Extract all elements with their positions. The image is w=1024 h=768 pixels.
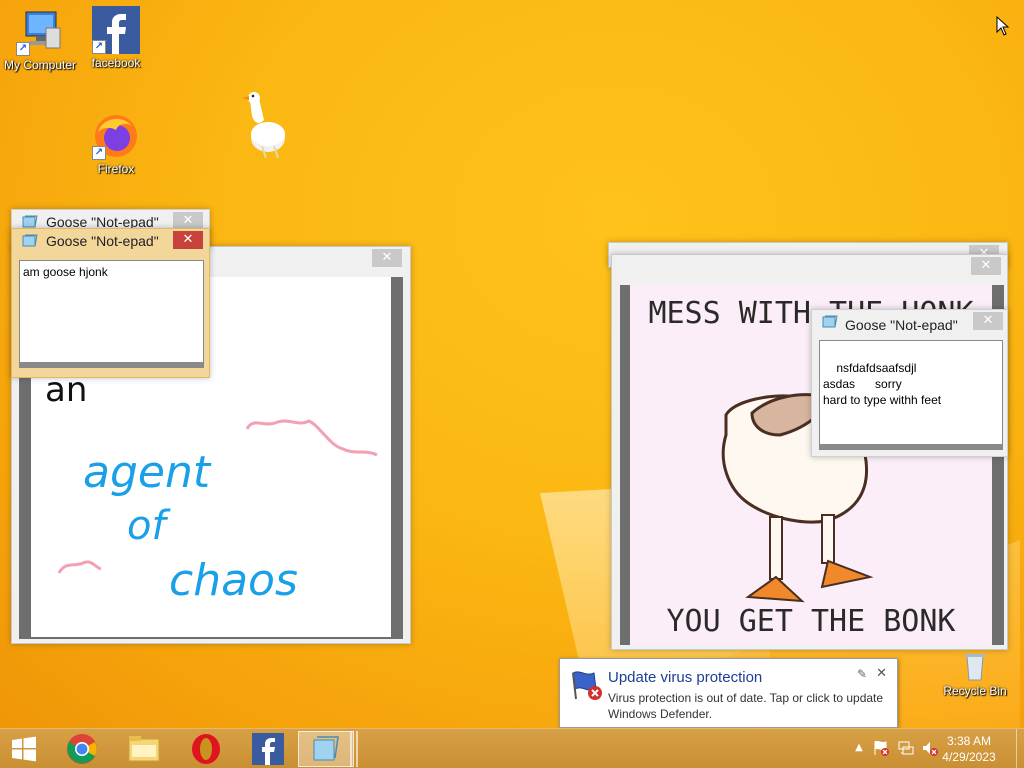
goose-sprite[interactable] [238,86,294,162]
taskbar-clock[interactable]: 3:38 AM 4/29/2023 [934,733,1004,765]
shortcut-arrow-icon: ↗ [92,146,106,160]
windows-logo-icon [12,736,36,762]
notepad-icon [22,234,38,248]
clock-date: 4/29/2023 [942,750,996,764]
desktop-icon-facebook[interactable]: ↗ facebook [77,6,155,70]
pink-scribble [57,560,102,574]
desktop-icon-firefox[interactable]: ↗ Firefox [77,112,155,176]
window-titlebar[interactable]: Goose "Not-epad" ✕ [812,310,1007,336]
close-button[interactable]: ✕ [971,257,1001,275]
desktop-icon-label: facebook [91,56,141,70]
close-icon[interactable]: ✕ [876,666,887,681]
notepad-text: am goose hjonk [23,265,108,279]
opera-icon [192,734,220,764]
pink-scribble [245,419,378,457]
defender-flag-icon [570,669,604,704]
close-button[interactable]: ✕ [372,249,402,267]
taskbar-notepad[interactable] [298,731,354,767]
taskbar-facebook[interactable] [240,731,296,767]
shortcut-arrow-icon: ↗ [16,42,30,56]
notepad-scrollbar[interactable] [20,362,203,367]
start-button[interactable] [0,731,48,767]
recycle-bin-icon [951,652,999,682]
mouse-cursor-icon [996,15,1010,36]
desktop-icon-label: My Computer [3,58,77,72]
drawing-word-agent: agent [83,447,212,498]
notepad-icon [22,215,38,229]
toast-title: Update virus protection [608,669,763,686]
desktop-icon-my-computer[interactable]: ↗ My Computer [1,8,79,72]
notepad-icon [313,736,339,761]
facebook-icon: ↗ [92,6,140,54]
notepad-text: nsfdafdsaafsdjl asdas sorry hard to type… [823,361,942,407]
toast-notification[interactable]: Update virus protection Virus protection… [559,658,898,742]
drawing-word-chaos: chaos [169,555,298,606]
notepad-window-front[interactable]: Goose "Not-epad" ✕ am goose hjonk [11,228,210,378]
notepad-text-area[interactable]: am goose hjonk [19,260,204,368]
taskbar-group-separator [350,731,358,767]
drawing-word-of: of [127,503,171,549]
shortcut-arrow-icon: ↗ [92,40,106,54]
notepad-window-right[interactable]: Goose "Not-epad" ✕ nsfdafdsaafsdjl asdas… [811,309,1008,457]
notepad-icon [822,315,838,329]
computer-icon: ↗ [16,8,64,56]
network-icon[interactable] [897,739,915,757]
close-button[interactable]: ✕ [173,231,203,249]
window-title: Goose "Not-epad" [845,317,958,333]
show-hidden-icons-chevron-icon[interactable]: ▲ [850,739,868,757]
taskbar-opera[interactable] [178,731,234,767]
desktop-icon-recycle-bin[interactable]: Recycle Bin [936,652,1014,698]
window-titlebar[interactable]: Goose "Not-epad" ✕ [12,229,209,255]
firefox-icon: ↗ [92,112,140,160]
notepad-text-area[interactable]: nsfdafdsaafsdjl asdas sorry hard to type… [819,340,1003,450]
desktop-icon-label: Recycle Bin [943,684,1007,698]
chrome-icon [67,734,97,764]
desktop-icon-label: Firefox [97,162,135,176]
window-title: Goose "Not-epad" [46,233,159,249]
notepad-scrollbar[interactable] [820,444,1002,449]
folder-icon [128,736,160,762]
taskbar-chrome[interactable] [54,731,110,767]
action-center-flag-icon[interactable] [872,739,890,757]
taskbar: ▲ 3:38 AM 4/29/2023 [0,728,1024,768]
window-titlebar[interactable]: ✕ [612,255,1007,277]
close-button[interactable]: ✕ [973,312,1003,330]
taskbar-file-explorer[interactable] [116,731,172,767]
meme-bottom-text: YOU GET THE BONK [667,604,956,639]
facebook-icon [252,733,284,765]
pin-icon[interactable]: ✎ [857,667,867,681]
toast-body: Virus protection is out of date. Tap or … [608,691,884,721]
show-desktop-button[interactable] [1016,729,1024,768]
clock-time: 3:38 AM [946,734,992,748]
